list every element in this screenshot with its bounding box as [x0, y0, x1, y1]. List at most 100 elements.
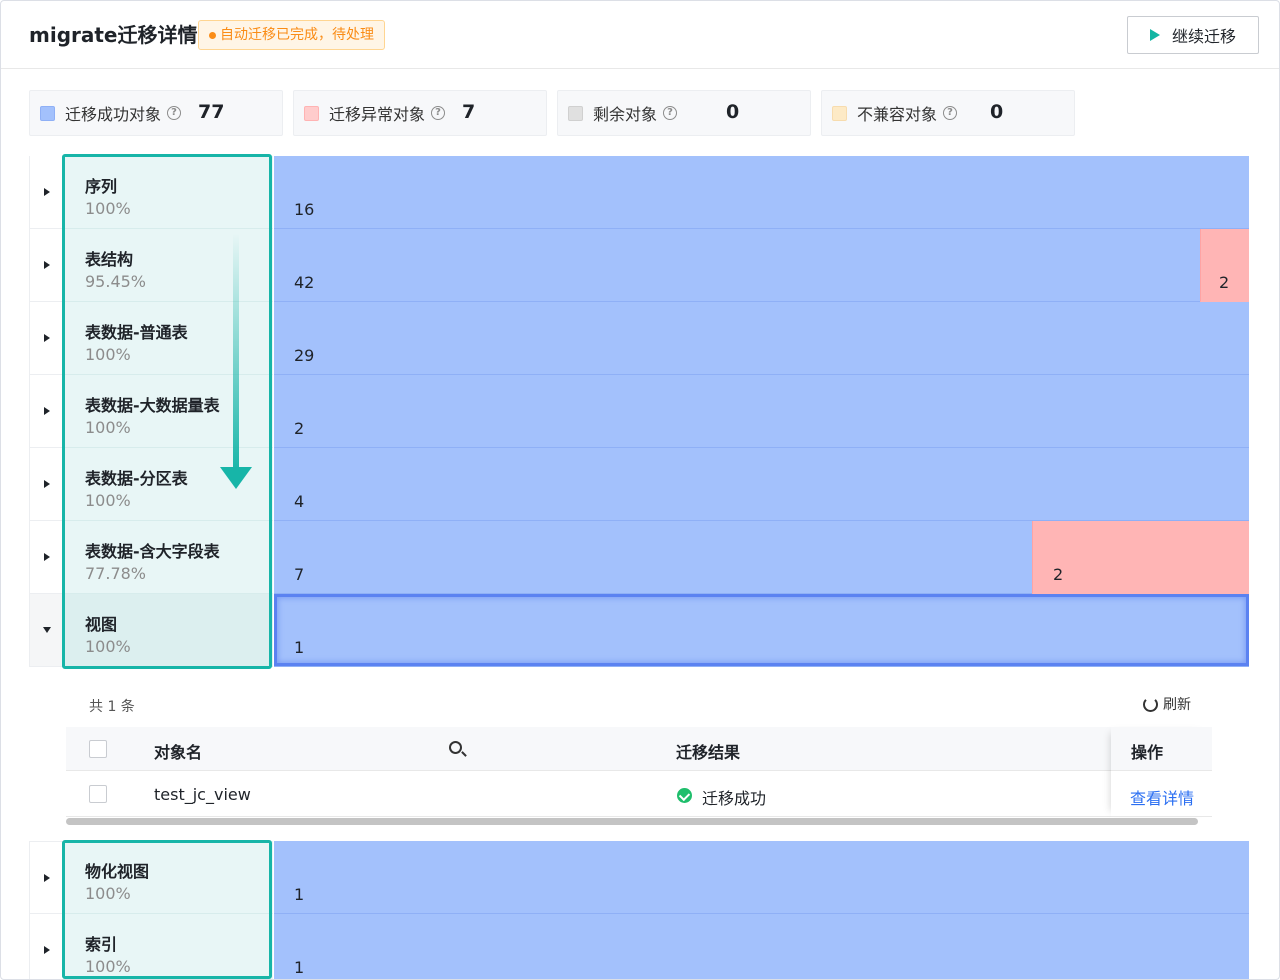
- success-count: 16: [294, 200, 315, 219]
- success-segment[interactable]: 16: [274, 156, 1249, 229]
- column-header-result: 迁移结果: [676, 743, 741, 762]
- category-percent: 100%: [85, 637, 131, 656]
- error-segment[interactable]: 2: [1200, 229, 1249, 302]
- summary-card-error: 迁移异常对象 ? 7: [293, 90, 547, 136]
- success-count: 7: [294, 565, 305, 584]
- expand-toggle[interactable]: [29, 302, 63, 375]
- category-name: 序列: [85, 177, 118, 196]
- summary-label: 剩余对象: [593, 105, 658, 124]
- category-name-cell: 视图 100%: [63, 594, 273, 667]
- continue-migration-label: 继续迁移: [1171, 27, 1236, 46]
- caret-right-icon: [43, 553, 50, 561]
- status-dot-icon: [209, 31, 216, 39]
- summary-value: 77: [198, 101, 225, 123]
- success-segment[interactable]: 1: [274, 841, 1249, 914]
- select-all-checkbox[interactable]: [89, 740, 107, 758]
- caret-right-icon: [43, 873, 50, 882]
- category-row-table-data-lob[interactable]: 表数据-含大字段表 77.78% 7 2: [29, 521, 1249, 594]
- fixed-column-shadow: [1111, 727, 1212, 817]
- category-name-cell: 索引 100%: [63, 914, 273, 979]
- category-name: 表结构: [85, 250, 134, 269]
- horizontal-scrollbar[interactable]: [66, 818, 1198, 825]
- success-count: 1: [294, 885, 305, 904]
- search-icon[interactable]: [449, 741, 462, 754]
- row-checkbox[interactable]: [89, 785, 107, 803]
- migration-detail-page: migrate迁移详情 自动迁移已完成，待处理 继续迁移 迁移成功对象 ? 77…: [0, 0, 1280, 980]
- summary-value: 7: [462, 101, 476, 123]
- expand-toggle[interactable]: [29, 521, 63, 594]
- category-name: 表数据-含大字段表: [85, 542, 220, 561]
- legend-swatch: [304, 105, 319, 121]
- caret-right-icon: [43, 946, 50, 954]
- status-text: 自动迁移已完成，待处理: [220, 27, 374, 43]
- category-percent: 100%: [85, 199, 131, 218]
- category-row-sequence[interactable]: 序列 100% 16: [29, 156, 1249, 229]
- progress-bar[interactable]: 42 2: [274, 229, 1249, 302]
- category-name-cell: 表结构 95.45%: [63, 229, 273, 302]
- category-row-table-data-normal[interactable]: 表数据-普通表 100% 29: [29, 302, 1249, 375]
- category-percent: 100%: [85, 491, 131, 510]
- success-segment[interactable]: 29: [274, 302, 1249, 375]
- summary-value: 0: [726, 101, 740, 123]
- success-segment[interactable]: 7: [274, 521, 1032, 594]
- success-segment[interactable]: 2: [274, 375, 1249, 448]
- category-name: 物化视图: [85, 862, 150, 881]
- record-count: 共 1 条: [89, 699, 135, 715]
- help-icon[interactable]: ?: [431, 106, 446, 120]
- progress-bar[interactable]: 2: [274, 375, 1249, 448]
- summary-card-incompatible: 不兼容对象 ? 0: [821, 90, 1075, 136]
- category-row-index[interactable]: 索引 100% 1: [29, 914, 1249, 979]
- caret-right-icon: [43, 334, 50, 342]
- category-row-table-data-large[interactable]: 表数据-大数据量表 100% 2: [29, 375, 1249, 448]
- success-count: 1: [294, 638, 305, 657]
- expand-toggle[interactable]: [29, 156, 63, 229]
- category-row-materialized-view[interactable]: 物化视图 100% 1: [29, 841, 1249, 914]
- continue-migration-button[interactable]: 继续迁移: [1127, 16, 1259, 54]
- object-table: 对象名 迁移结果 操作 test_jc_view 迁移成功 查看详情: [66, 727, 1212, 817]
- expand-toggle[interactable]: [29, 229, 63, 302]
- category-name-cell: 序列 100%: [63, 156, 273, 229]
- category-percent: 77.78%: [85, 564, 147, 583]
- success-segment[interactable]: 4: [274, 448, 1249, 521]
- category-name-cell: 表数据-普通表 100%: [63, 302, 273, 375]
- expand-toggle[interactable]: [29, 841, 63, 914]
- category-row-table-structure[interactable]: 表结构 95.45% 42 2: [29, 229, 1249, 302]
- progress-bar[interactable]: 29: [274, 302, 1249, 375]
- caret-down-icon: [42, 627, 51, 633]
- help-icon[interactable]: ?: [943, 106, 958, 120]
- category-name: 表数据-分区表: [85, 469, 188, 488]
- success-count: 29: [294, 346, 315, 365]
- error-segment[interactable]: 2: [1032, 521, 1249, 594]
- legend-swatch: [832, 105, 847, 121]
- caret-right-icon: [43, 261, 50, 269]
- category-name-cell: 表数据-含大字段表 77.78%: [63, 521, 273, 594]
- category-name: 表数据-普通表: [85, 323, 188, 342]
- help-icon[interactable]: ?: [663, 106, 678, 120]
- success-count: 42: [294, 273, 315, 292]
- success-segment[interactable]: 1: [274, 914, 1249, 979]
- summary-card-remaining: 剩余对象 ? 0: [557, 90, 811, 136]
- category-percent: 95.45%: [85, 272, 147, 291]
- progress-bar[interactable]: 7 2: [274, 521, 1249, 594]
- progress-bar[interactable]: 1: [274, 841, 1249, 914]
- object-name: test_jc_view: [154, 785, 251, 804]
- progress-bar[interactable]: 16: [274, 156, 1249, 229]
- page-header: migrate迁移详情 自动迁移已完成，待处理 继续迁移: [1, 1, 1279, 69]
- summary-card-success: 迁移成功对象 ? 77: [29, 90, 283, 136]
- category-row-view[interactable]: 视图 100% 1: [29, 594, 1249, 667]
- refresh-button[interactable]: 刷新: [1143, 694, 1191, 714]
- progress-bar[interactable]: 4: [274, 448, 1249, 521]
- success-segment-selected[interactable]: 1: [274, 594, 1249, 667]
- category-row-table-data-partition[interactable]: 表数据-分区表 100% 4: [29, 448, 1249, 521]
- expand-toggle[interactable]: [29, 375, 63, 448]
- play-icon: [1149, 29, 1160, 41]
- expand-toggle[interactable]: [29, 448, 63, 521]
- success-segment[interactable]: 42: [274, 229, 1200, 302]
- column-header-name: 对象名: [154, 743, 203, 762]
- category-name: 表数据-大数据量表: [85, 396, 220, 415]
- progress-bar[interactable]: 1: [274, 594, 1249, 667]
- expand-toggle[interactable]: [29, 914, 63, 979]
- progress-bar[interactable]: 1: [274, 914, 1249, 979]
- help-icon[interactable]: ?: [167, 106, 182, 120]
- collapse-toggle[interactable]: [29, 594, 63, 667]
